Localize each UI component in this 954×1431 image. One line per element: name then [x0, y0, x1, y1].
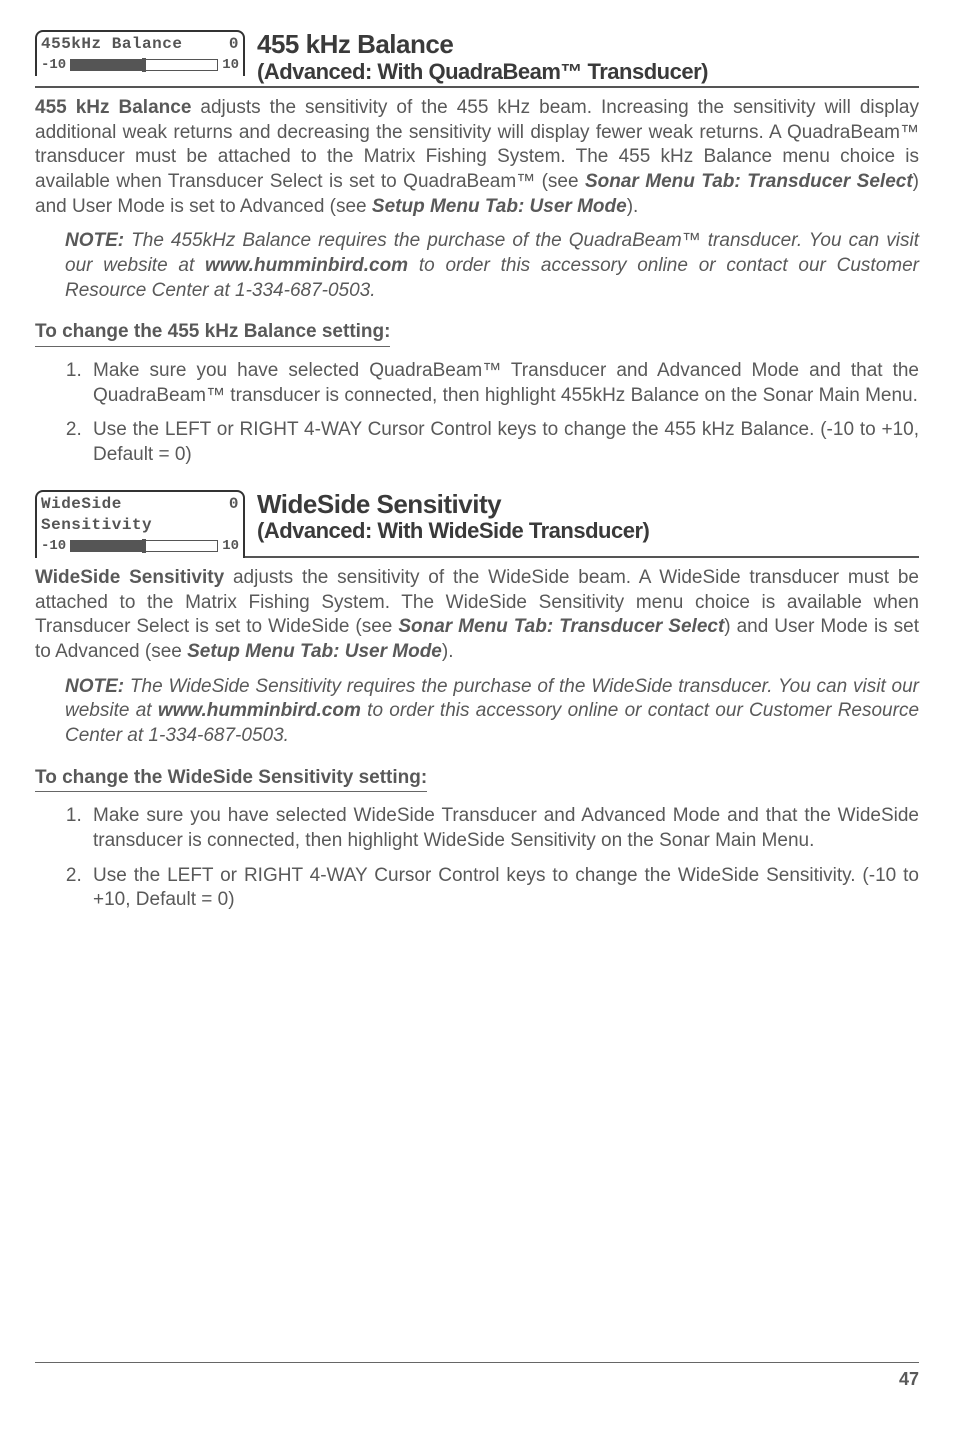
section-title: WideSide Sensitivity [257, 490, 919, 519]
slider-widget-wideside: WideSide Sensitivity 0 -10 10 [35, 490, 245, 558]
slider-fill [71, 541, 144, 551]
list-item: Make sure you have selected QuadraBeam™ … [87, 359, 919, 408]
list-item: Make sure you have selected WideSide Tra… [87, 804, 919, 853]
header-titles: 455 kHz Balance (Advanced: With QuadraBe… [257, 30, 919, 86]
note-paragraph: NOTE: The 455kHz Balance requires the pu… [65, 229, 919, 303]
widget-max: 10 [222, 56, 239, 75]
widget-title: WideSide Sensitivity [41, 494, 229, 537]
subheading-wideside: To change the WideSide Sensitivity setti… [35, 765, 427, 793]
slider-fill [71, 60, 144, 70]
slider-handle [142, 539, 146, 553]
note-paragraph: NOTE: The WideSide Sensitivity requires … [65, 675, 919, 749]
slider-widget-455khz: 455kHz Balance 0 -10 10 [35, 30, 245, 76]
widget-min: -10 [41, 537, 66, 556]
note-url: www.humminbird.com [205, 255, 408, 276]
widget-max: 10 [222, 537, 239, 556]
header-titles: WideSide Sensitivity (Advanced: With Wid… [257, 490, 919, 546]
list-item: Use the LEFT or RIGHT 4-WAY Cursor Contr… [87, 418, 919, 467]
list-item: Use the LEFT or RIGHT 4-WAY Cursor Contr… [87, 864, 919, 913]
widget-min: -10 [41, 56, 66, 75]
footer-rule: 47 [35, 1362, 919, 1391]
steps-list-wideside: Make sure you have selected WideSide Tra… [65, 804, 919, 913]
section-header-wideside: WideSide Sensitivity 0 -10 10 WideSide S… [35, 490, 919, 558]
body-paragraph: 455 kHz Balance adjusts the sensitivity … [35, 96, 919, 219]
note-label: NOTE: [65, 230, 124, 251]
widget-value: 0 [229, 494, 239, 537]
slider-handle [142, 58, 146, 72]
ref-sonar-menu: Sonar Menu Tab: Transducer Select [398, 616, 724, 637]
note-label: NOTE: [65, 676, 124, 697]
para-lead: WideSide Sensitivity [35, 567, 224, 588]
ref-setup-menu: Setup Menu Tab: User Mode [372, 196, 627, 217]
slider-track [70, 59, 218, 71]
page-number: 47 [35, 1363, 919, 1391]
section-subtitle: (Advanced: With WideSide Transducer) [257, 518, 919, 543]
ref-sonar-menu: Sonar Menu Tab: Transducer Select [585, 171, 913, 192]
para-lead: 455 kHz Balance [35, 97, 191, 118]
ref-setup-menu: Setup Menu Tab: User Mode [187, 641, 442, 662]
widget-title: 455kHz Balance [41, 34, 182, 56]
section-subtitle: (Advanced: With QuadraBeam™ Transducer) [257, 59, 919, 84]
subheading-455khz: To change the 455 kHz Balance setting: [35, 319, 390, 347]
slider-track [70, 540, 218, 552]
steps-list-455khz: Make sure you have selected QuadraBeam™ … [65, 359, 919, 468]
section-title: 455 kHz Balance [257, 30, 919, 59]
widget-value: 0 [229, 34, 239, 56]
section-header-455khz: 455kHz Balance 0 -10 10 455 kHz Balance … [35, 30, 919, 88]
note-url: www.humminbird.com [158, 700, 361, 721]
body-paragraph: WideSide Sensitivity adjusts the sensiti… [35, 566, 919, 665]
